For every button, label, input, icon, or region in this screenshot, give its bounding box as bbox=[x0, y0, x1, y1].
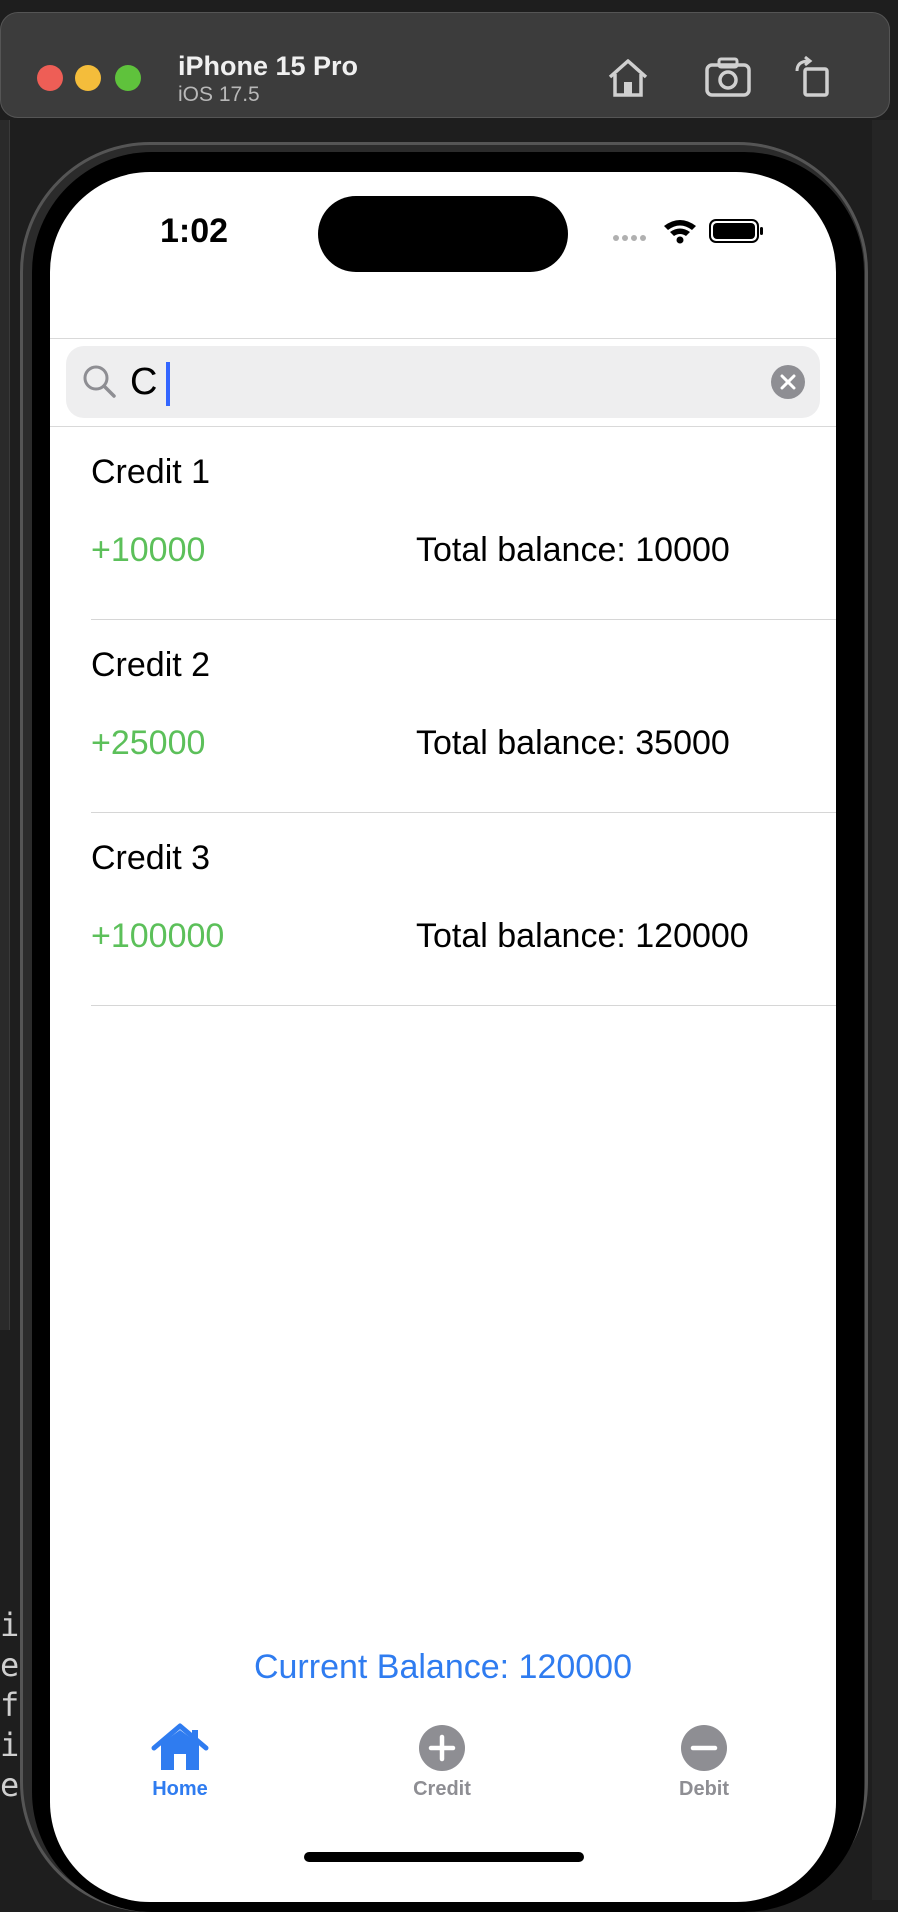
status-time: 1:02 bbox=[160, 212, 229, 250]
search-icon bbox=[82, 364, 118, 400]
phone-screen: 1:02 C Credit 1 +10000 Total balance: 10… bbox=[50, 172, 836, 1902]
transaction-balance: Total balance: 35000 bbox=[416, 724, 730, 762]
status-icons bbox=[610, 216, 770, 246]
house-icon bbox=[150, 1722, 210, 1774]
simulator-title-bar: iPhone 15 Pro iOS 17.5 bbox=[0, 12, 890, 118]
os-version: iOS 17.5 bbox=[178, 83, 260, 106]
plus-circle-icon bbox=[412, 1722, 472, 1774]
transaction-amount: +10000 bbox=[91, 531, 206, 569]
dynamic-island bbox=[318, 196, 568, 272]
home-icon[interactable] bbox=[604, 55, 652, 99]
transaction-list: Credit 1 +10000 Total balance: 10000 Cre… bbox=[50, 427, 836, 1006]
rotate-icon[interactable] bbox=[791, 55, 839, 99]
screenshot-icon[interactable] bbox=[704, 55, 752, 99]
device-name: iPhone 15 Pro bbox=[178, 51, 359, 81]
list-item[interactable]: Credit 3 +100000 Total balance: 120000 bbox=[50, 813, 836, 1006]
clear-search-icon[interactable] bbox=[770, 364, 806, 400]
transaction-balance: Total balance: 120000 bbox=[416, 917, 749, 955]
transaction-title: Credit 2 bbox=[91, 646, 211, 684]
search-bar[interactable] bbox=[66, 346, 820, 418]
zoom-window-button[interactable] bbox=[115, 65, 141, 91]
tab-credit[interactable]: Credit bbox=[362, 1722, 522, 1812]
list-item[interactable]: Credit 1 +10000 Total balance: 10000 bbox=[50, 427, 836, 620]
transaction-balance: Total balance: 10000 bbox=[416, 531, 730, 569]
editor-side-panel bbox=[0, 120, 10, 1330]
transaction-amount: +100000 bbox=[91, 917, 225, 955]
current-balance: Current Balance: 120000 bbox=[253, 1648, 633, 1686]
editor-right-strip bbox=[872, 120, 898, 1900]
minus-circle-icon bbox=[674, 1722, 734, 1774]
separator bbox=[50, 338, 836, 339]
transaction-title: Credit 3 bbox=[91, 839, 211, 877]
tab-debit[interactable]: Debit bbox=[624, 1722, 784, 1812]
row-divider bbox=[91, 1005, 836, 1006]
minimize-window-button[interactable] bbox=[75, 65, 101, 91]
signal-icon bbox=[613, 235, 646, 241]
tab-label: Credit bbox=[413, 1778, 471, 1800]
transaction-amount: +25000 bbox=[91, 724, 206, 762]
list-item[interactable]: Credit 2 +25000 Total balance: 35000 bbox=[50, 620, 836, 813]
tab-home[interactable]: Home bbox=[100, 1722, 260, 1812]
battery-icon bbox=[709, 219, 763, 243]
transaction-title: Credit 1 bbox=[91, 453, 211, 491]
close-window-button[interactable] bbox=[37, 65, 63, 91]
text-cursor bbox=[166, 362, 170, 406]
wifi-icon bbox=[664, 220, 696, 244]
home-indicator[interactable] bbox=[304, 1852, 584, 1862]
search-input[interactable] bbox=[130, 356, 730, 408]
tab-label: Home bbox=[152, 1778, 208, 1800]
tab-label: Debit bbox=[679, 1778, 729, 1800]
